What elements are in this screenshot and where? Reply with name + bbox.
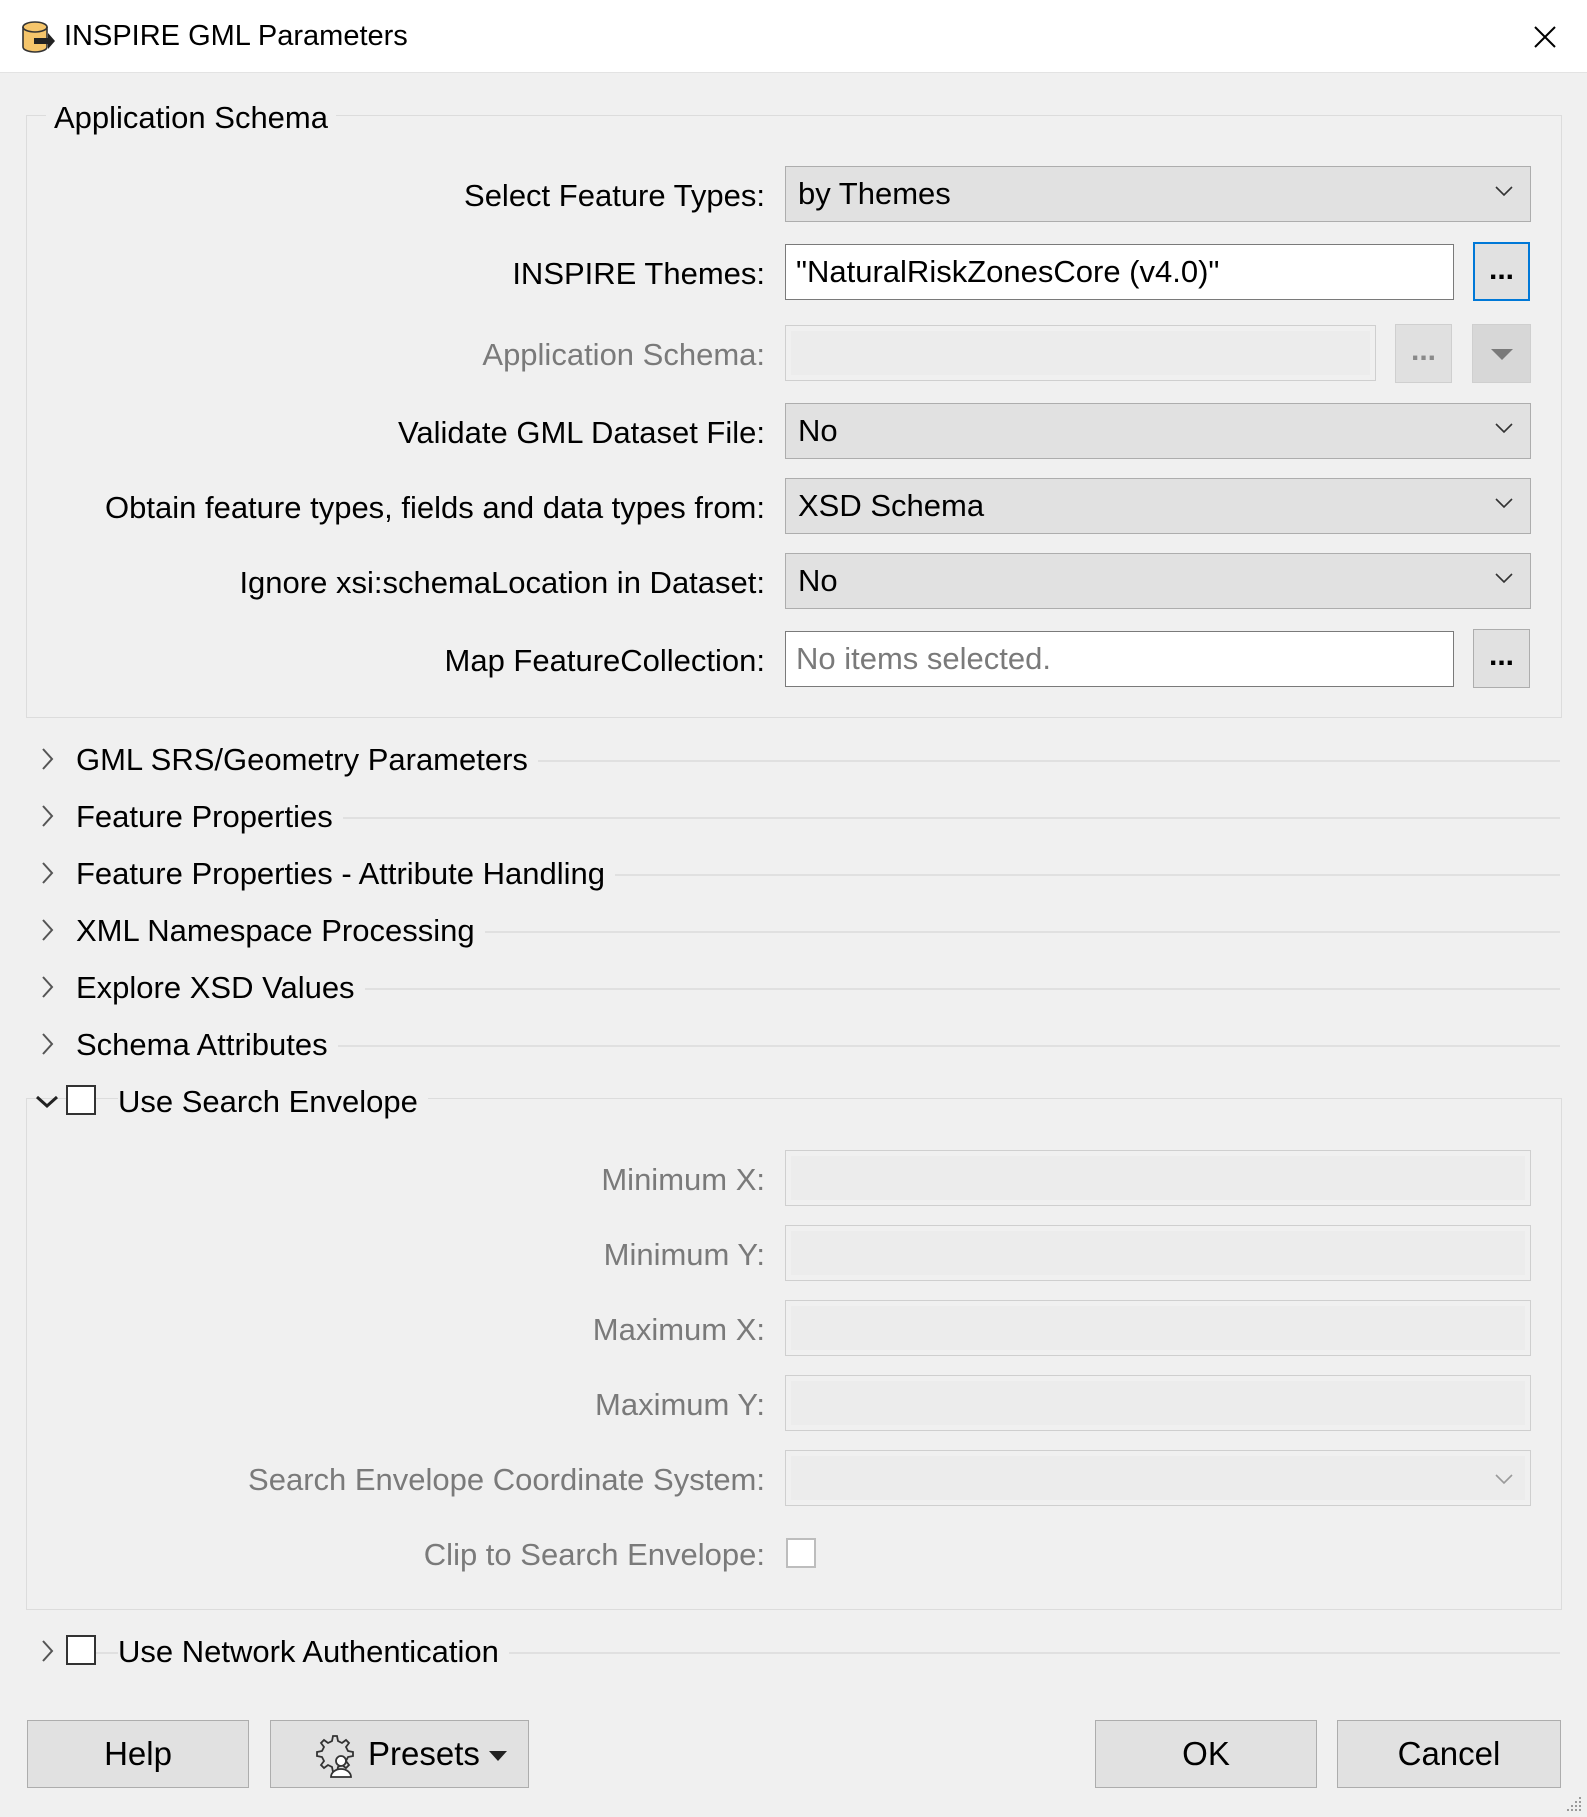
application-schema-dropdown-button[interactable] <box>1472 324 1531 383</box>
application-schema-label: Application Schema: <box>482 337 765 372</box>
triangle-down-icon <box>489 1751 507 1761</box>
section-explore-xsd[interactable]: Explore XSD Values <box>30 968 1560 1008</box>
chevron-right-icon <box>42 1640 54 1662</box>
chevron-right-icon <box>42 805 54 827</box>
obtain-from-label: Obtain feature types, fields and data ty… <box>105 490 765 525</box>
section-label: Schema Attributes <box>76 1025 338 1065</box>
chevron-down-icon <box>1495 573 1513 584</box>
search-envelope-label: Use Search Envelope <box>118 1082 428 1122</box>
use-search-envelope-checkbox[interactable] <box>66 1085 96 1115</box>
clip-to-search-envelope-checkbox[interactable] <box>786 1538 816 1568</box>
inspire-themes-browse-button[interactable]: ... <box>1473 242 1530 301</box>
section-attribute-handling[interactable]: Feature Properties - Attribute Handling <box>30 854 1560 894</box>
select-feature-types-dropdown[interactable]: by Themes <box>785 166 1531 222</box>
chevron-down-icon <box>35 1095 59 1109</box>
ok-button[interactable]: OK <box>1095 1720 1317 1788</box>
validate-gml-value: No <box>798 413 838 448</box>
obtain-from-dropdown[interactable]: XSD Schema <box>785 478 1531 534</box>
chevron-right-icon <box>42 862 54 884</box>
chevron-down-icon <box>1495 186 1513 197</box>
application-schema-title: Application Schema <box>46 100 336 136</box>
network-authentication-label: Use Network Authentication <box>118 1632 509 1672</box>
section-label: XML Namespace Processing <box>76 911 485 951</box>
application-schema-browse-button[interactable]: ... <box>1395 324 1452 383</box>
section-gml-srs-geometry[interactable]: GML SRS/Geometry Parameters <box>30 740 1560 780</box>
map-feature-collection-label: Map FeatureCollection: <box>444 643 766 678</box>
maximum-y-label: Maximum Y: <box>595 1387 765 1422</box>
close-button[interactable] <box>1520 12 1570 62</box>
help-button[interactable]: Help <box>27 1720 249 1788</box>
close-icon <box>1534 26 1556 48</box>
coord-system-dropdown[interactable] <box>785 1450 1531 1506</box>
section-network-authentication[interactable]: Use Network Authentication <box>30 1632 1560 1672</box>
inspire-themes-input[interactable]: "NaturalRiskZonesCore (v4.0)" <box>785 244 1454 300</box>
minimum-y-label: Minimum Y: <box>603 1237 765 1272</box>
validate-gml-label: Validate GML Dataset File: <box>398 415 765 450</box>
cancel-button[interactable]: Cancel <box>1337 1720 1561 1788</box>
section-label: Feature Properties <box>76 797 343 837</box>
chevron-down-icon <box>1495 1474 1513 1485</box>
presets-label: Presets <box>368 1735 480 1772</box>
chevron-right-icon <box>42 976 54 998</box>
validate-gml-dropdown[interactable]: No <box>785 403 1531 459</box>
use-network-authentication-checkbox[interactable] <box>66 1635 96 1665</box>
map-feature-collection-browse-button[interactable]: ... <box>1473 629 1530 688</box>
select-feature-types-label: Select Feature Types: <box>464 178 765 213</box>
minimum-y-input[interactable] <box>785 1225 1531 1281</box>
section-label: GML SRS/Geometry Parameters <box>76 740 538 780</box>
map-feature-collection-input[interactable]: No items selected. <box>785 631 1454 687</box>
coord-system-label: Search Envelope Coordinate System: <box>248 1462 765 1497</box>
ignore-xsi-value: No <box>798 563 838 598</box>
triangle-down-icon <box>1491 349 1513 360</box>
inspire-themes-label: INSPIRE Themes: <box>512 256 765 291</box>
ignore-xsi-label: Ignore xsi:schemaLocation in Dataset: <box>239 565 765 600</box>
select-feature-types-value: by Themes <box>798 176 951 211</box>
section-schema-attributes[interactable]: Schema Attributes <box>30 1025 1560 1065</box>
minimum-x-label: Minimum X: <box>601 1162 765 1197</box>
resize-grip-icon[interactable] <box>1563 1793 1583 1813</box>
maximum-x-input[interactable] <box>785 1300 1531 1356</box>
section-label: Explore XSD Values <box>76 968 365 1008</box>
gear-user-icon <box>316 1735 354 1778</box>
section-label: Feature Properties - Attribute Handling <box>76 854 615 894</box>
database-reader-icon <box>20 20 56 56</box>
obtain-from-value: XSD Schema <box>798 488 985 523</box>
window-title: INSPIRE GML Parameters <box>64 20 408 52</box>
ignore-xsi-dropdown[interactable]: No <box>785 553 1531 609</box>
maximum-x-label: Maximum X: <box>592 1312 765 1347</box>
minimum-x-input[interactable] <box>785 1150 1531 1206</box>
maximum-y-input[interactable] <box>785 1375 1531 1431</box>
presets-button[interactable]: Presets <box>270 1720 529 1788</box>
chevron-right-icon <box>42 919 54 941</box>
application-schema-input[interactable] <box>785 325 1376 381</box>
section-feature-properties[interactable]: Feature Properties <box>30 797 1560 837</box>
chevron-down-icon <box>1495 423 1513 434</box>
chevron-down-icon <box>1495 498 1513 509</box>
title-bar: INSPIRE GML Parameters <box>0 0 1587 73</box>
clip-label: Clip to Search Envelope: <box>423 1537 765 1572</box>
chevron-right-icon <box>42 1033 54 1055</box>
section-xml-namespace[interactable]: XML Namespace Processing <box>30 911 1560 951</box>
chevron-right-icon <box>42 748 54 770</box>
